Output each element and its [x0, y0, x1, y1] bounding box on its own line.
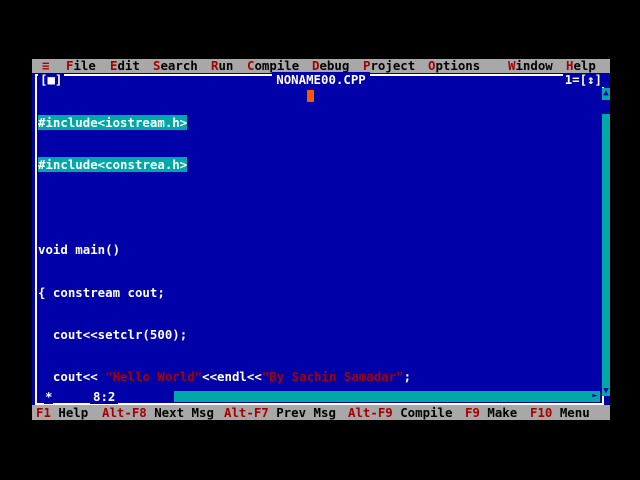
fkey-make-key: F9	[465, 405, 480, 420]
menu-run[interactable]: Run	[211, 59, 233, 73]
window-title: NONAME00.CPP	[272, 72, 370, 87]
fkey-prev-msg[interactable]: Alt-F7 Prev Msg	[224, 406, 336, 420]
menu-compile[interactable]: Compile	[247, 59, 299, 73]
window-number-zoom-button[interactable]: 1=[↕]	[562, 73, 604, 87]
menu-search-label: earch	[160, 59, 198, 73]
main-declaration: void main()	[38, 242, 121, 258]
fkey-make[interactable]: F9 Make	[465, 406, 517, 420]
constream-declaration: { constream cout;	[38, 284, 165, 300]
menu-debug-label: ebug	[319, 59, 350, 73]
menu-edit-label: dit	[117, 59, 140, 73]
menu-project[interactable]: Project	[363, 59, 415, 73]
menu-search[interactable]: Search	[153, 59, 198, 73]
menu-bar: ≡ File Edit Search Run Compile Debug Pro…	[32, 59, 610, 73]
menu-file-label: ile	[73, 59, 96, 73]
menu-window-label: indow	[515, 59, 553, 73]
modified-indicator: *	[44, 389, 54, 404]
turbo-cpp-ide: ≡ File Edit Search Run Compile Debug Pro…	[32, 59, 610, 420]
cursor-position: 8:2	[90, 390, 119, 404]
scroll-up-arrow-icon[interactable]: ▲	[602, 88, 610, 98]
fkey-menu[interactable]: F10 Menu	[530, 406, 590, 420]
selected-include-2: #include<constrea.h>	[38, 157, 188, 173]
string-by-author: "By Sachin Samadar"	[261, 369, 404, 385]
menu-help[interactable]: Help	[566, 59, 596, 73]
fkey-next-msg-label: Next Msg	[146, 405, 214, 420]
vertical-scrollbar[interactable]: ▲ ▼	[602, 88, 610, 396]
fkey-compile-label: Compile	[392, 405, 453, 420]
selected-include-1: #include<iostream.h>	[38, 115, 188, 130]
scroll-right-arrow-icon[interactable]: ►	[590, 391, 600, 402]
horizontal-scroll-thumb[interactable]	[160, 391, 174, 402]
fkey-next-msg-key: Alt-F8	[102, 405, 147, 420]
fkey-help-label: Help	[50, 405, 89, 420]
horizontal-scrollbar[interactable]: ►	[160, 391, 600, 402]
code-line-2: #include<constrea.h>	[38, 157, 411, 173]
fkey-next-msg[interactable]: Alt-F8 Next Msg	[102, 406, 214, 420]
fkey-make-label: Make	[479, 405, 518, 420]
fkey-compile-key: Alt-F9	[348, 405, 393, 420]
menu-run-label: un	[218, 59, 234, 73]
statement-end: ;	[403, 369, 412, 385]
code-line-5: { constream cout;	[38, 284, 411, 300]
menu-options-label: ptions	[435, 59, 481, 73]
scroll-down-arrow-icon[interactable]: ▼	[602, 386, 610, 396]
menu-project-label: roject	[370, 59, 416, 73]
fkey-prev-msg-label: Prev Msg	[268, 405, 336, 420]
code-editor[interactable]: #include<iostream.h> #include<constrea.h…	[38, 88, 411, 420]
setclr-statement: cout<<setclr(500);	[38, 326, 188, 342]
text-cursor	[307, 90, 314, 102]
function-key-bar: F1 Help Alt-F8 Next Msg Alt-F7 Prev Msg …	[32, 405, 610, 420]
fkey-prev-msg-key: Alt-F7	[224, 405, 269, 420]
endl-operator: <<endl<<	[202, 369, 262, 385]
system-menu-icon[interactable]: ≡	[42, 59, 49, 73]
code-line-6: cout<<setclr(500);	[38, 326, 411, 342]
menu-debug[interactable]: Debug	[312, 59, 349, 73]
code-line-7: cout<< "Hello World"<<endl<<"By Sachin S…	[38, 370, 411, 384]
menu-compile-label: ompile	[254, 59, 300, 73]
code-line-1: #include<iostream.h>	[38, 115, 411, 130]
code-line-4: void main()	[38, 243, 411, 257]
fkey-help[interactable]: F1 Help	[36, 406, 88, 420]
menu-edit[interactable]: Edit	[110, 59, 140, 73]
fkey-compile[interactable]: Alt-F9 Compile	[348, 406, 452, 420]
fkey-help-key: F1	[36, 405, 51, 420]
string-hello-world: "Hello World"	[105, 369, 203, 385]
fkey-menu-key: F10	[530, 405, 553, 420]
menu-options[interactable]: Options	[428, 59, 480, 73]
menu-help-label: elp	[573, 59, 596, 73]
menu-file[interactable]: File	[66, 59, 96, 73]
window-title-bar: NONAME00.CPP	[32, 72, 610, 87]
fkey-menu-label: Menu	[552, 405, 590, 420]
vertical-scroll-thumb[interactable]	[602, 100, 610, 114]
cout-prefix: cout<<	[38, 369, 106, 385]
menu-window[interactable]: Window	[508, 59, 553, 73]
